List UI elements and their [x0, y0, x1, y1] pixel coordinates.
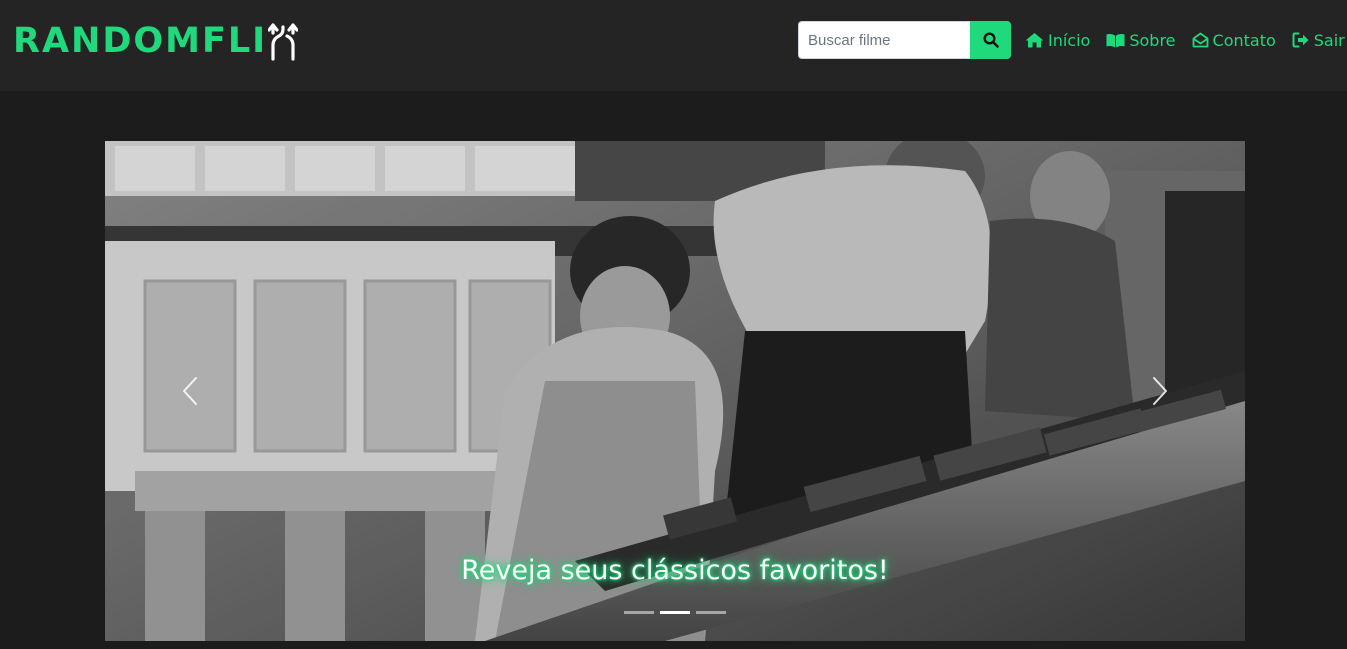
search-button[interactable]	[970, 21, 1011, 59]
envelope-open-icon	[1192, 32, 1208, 48]
carousel-indicators	[105, 611, 1245, 614]
nav-link-label: Sair	[1313, 30, 1345, 50]
nav-link-inicio[interactable]: Início	[1025, 31, 1090, 50]
carousel-caption: Reveja seus clássicos favoritos!	[461, 555, 889, 586]
sign-out-icon	[1292, 32, 1309, 48]
carousel-indicator[interactable]	[696, 611, 726, 614]
nav-link-sair[interactable]: Sair	[1292, 31, 1345, 50]
brand-name: RANDOMFLI	[13, 21, 268, 61]
nav-link-label: Contato	[1212, 30, 1276, 50]
brand-arrows-icon	[268, 23, 299, 61]
book-open-icon	[1106, 33, 1125, 47]
nav-menu: Início Sobre Contato Sair	[1025, 28, 1345, 52]
search-form	[798, 21, 1011, 59]
nav-link-contato[interactable]: Contato	[1192, 31, 1276, 50]
hero-carousel: Reveja seus clássicos favoritos!	[105, 141, 1245, 641]
carousel-indicator[interactable]	[660, 611, 690, 614]
search-input[interactable]	[798, 21, 970, 59]
carousel-indicator[interactable]	[624, 611, 654, 614]
navbar: RANDOMFLI Início	[0, 0, 1347, 91]
chevron-left-icon	[183, 377, 197, 405]
home-icon	[1025, 33, 1044, 48]
nav-link-sobre[interactable]: Sobre	[1106, 30, 1176, 50]
chevron-right-icon	[1153, 377, 1167, 405]
brand-logo[interactable]: RANDOMFLI	[13, 17, 299, 65]
nav-link-label: Início	[1048, 30, 1091, 50]
nav-link-label: Sobre	[1129, 30, 1176, 50]
search-icon	[982, 32, 999, 48]
